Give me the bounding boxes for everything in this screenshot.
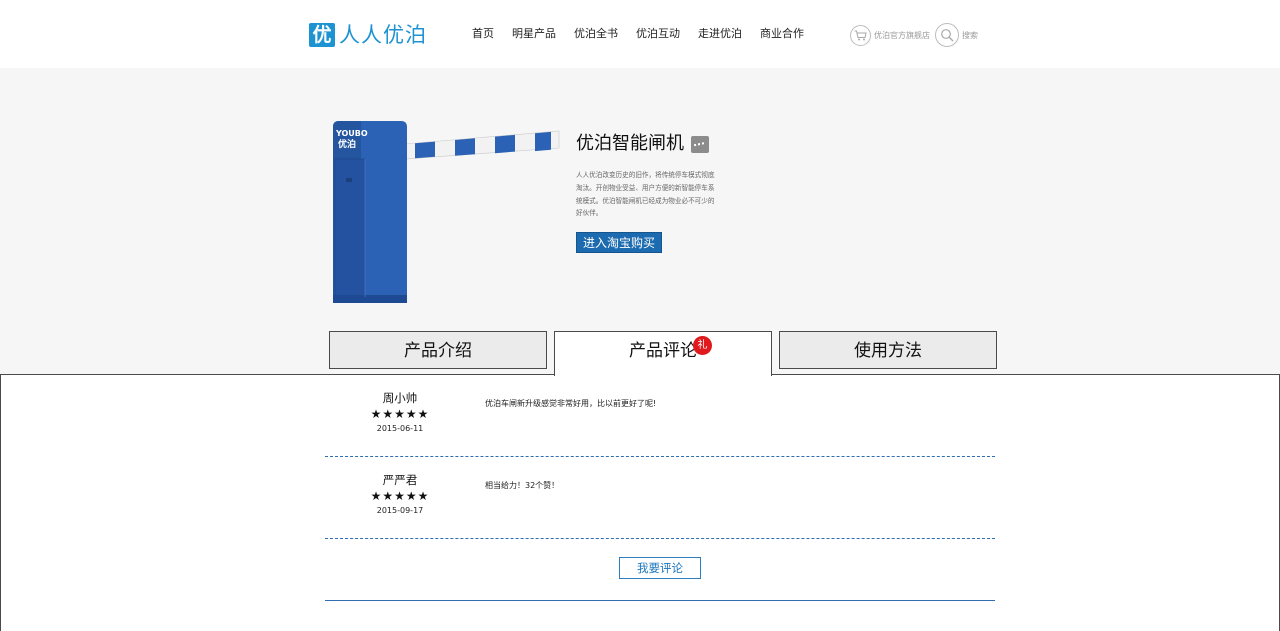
buy-on-taobao-button[interactable]: 进入淘宝购买 bbox=[576, 232, 663, 254]
tab-product-intro[interactable]: 产品介绍 bbox=[329, 331, 547, 369]
review-date: 2015-06-11 bbox=[376, 424, 424, 433]
cart-icon[interactable] bbox=[850, 24, 871, 46]
tab-review-label: 产品评论 bbox=[629, 341, 697, 361]
divider bbox=[325, 600, 995, 601]
brand-mark: YOUBO bbox=[335, 129, 368, 138]
product-hero: YOUBO 优泊 优泊智能闸机 人人优泊改变历史的旧作，将传统停车模式彻底淘汰。… bbox=[0, 68, 1280, 374]
search-label[interactable]: 搜索 bbox=[962, 30, 978, 41]
header-tools: 优泊官方旗舰店 搜索 bbox=[850, 23, 983, 47]
site-logo[interactable]: 优 人人优泊 bbox=[309, 22, 427, 48]
site-header: 优 人人优泊 首页 明星产品 优泊全书 优泊互动 走进优泊 商业合作 优泊官方旗… bbox=[0, 0, 1280, 68]
nav-business[interactable]: 商业合作 bbox=[760, 27, 804, 41]
reviewer-info: 严严君 ★★★★★ 2015-09-17 bbox=[325, 456, 475, 516]
reviewer-info: 周小帅 ★★★★★ 2015-06-11 bbox=[325, 374, 475, 434]
store-link[interactable]: 优泊官方旗舰店 bbox=[874, 30, 930, 41]
search-icon[interactable] bbox=[935, 23, 959, 47]
logo-mark: 优 bbox=[309, 23, 335, 47]
star-rating: ★★★★★ bbox=[370, 489, 430, 503]
tab-usage[interactable]: 使用方法 bbox=[779, 331, 997, 369]
review-item: 周小帅 ★★★★★ 2015-06-11 优泊车闸新升级感觉非常好用，比以前更好… bbox=[325, 374, 995, 457]
nav-youbo-book[interactable]: 优泊全书 bbox=[574, 27, 618, 41]
product-title-row: 优泊智能闸机 bbox=[576, 132, 726, 156]
write-review-button[interactable]: 我要评论 bbox=[619, 557, 701, 579]
review-date: 2015-09-17 bbox=[376, 506, 424, 515]
nav-about[interactable]: 走进优泊 bbox=[698, 27, 742, 41]
star-rating: ★★★★★ bbox=[370, 407, 430, 421]
gift-badge: 礼 bbox=[693, 336, 712, 355]
reviewer-name: 周小帅 bbox=[382, 391, 418, 405]
product-description: 人人优泊改变历史的旧作，将传统停车模式彻底淘汰。开创物业受益、用户方便的新智能停… bbox=[576, 171, 715, 218]
tab-product-review[interactable]: 产品评论 礼 bbox=[554, 331, 772, 376]
barrier-gate-image: YOUBO 优泊 bbox=[333, 121, 560, 303]
review-text: 优泊车闸新升级感觉非常好用，比以前更好了呢! bbox=[485, 399, 657, 408]
barrier-badge-icon bbox=[691, 135, 709, 153]
product-info: 优泊智能闸机 人人优泊改变历史的旧作，将传统停车模式彻底淘汰。开创物业受益、用户… bbox=[576, 132, 726, 254]
nav-home[interactable]: 首页 bbox=[472, 27, 494, 41]
nav-interaction[interactable]: 优泊互动 bbox=[636, 27, 680, 41]
logo-text: 人人优泊 bbox=[339, 23, 427, 47]
review-item: 严严君 ★★★★★ 2015-09-17 相当给力！32个赞！ bbox=[325, 456, 995, 539]
nav-star-products[interactable]: 明星产品 bbox=[512, 27, 556, 41]
reviewer-name: 严严君 bbox=[382, 473, 418, 487]
main-nav: 首页 明星产品 优泊全书 优泊互动 走进优泊 商业合作 bbox=[462, 27, 813, 41]
brand-mark-cn: 优泊 bbox=[338, 138, 356, 150]
product-title: 优泊智能闸机 bbox=[576, 133, 684, 154]
review-text: 相当给力！32个赞！ bbox=[485, 481, 560, 490]
